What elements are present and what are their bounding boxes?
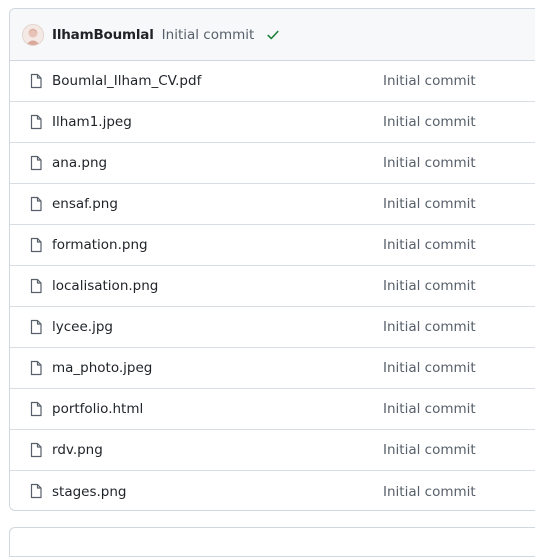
file-name-link[interactable]: lycee.jpg bbox=[52, 319, 113, 335]
file-row[interactable]: rdv.png Initial commit bbox=[10, 430, 535, 471]
file-browser: IlhamBoumlal Initial commit Boumlal_Ilha… bbox=[9, 8, 535, 511]
file-commit-message-link[interactable]: Initial commit bbox=[383, 484, 476, 500]
file-row[interactable]: localisation.png Initial commit bbox=[10, 266, 535, 307]
file-name-link[interactable]: localisation.png bbox=[52, 278, 158, 294]
file-name-link[interactable]: stages.png bbox=[52, 484, 127, 500]
file-row[interactable]: formation.png Initial commit bbox=[10, 225, 535, 266]
file-row[interactable]: Ilham1.jpeg Initial commit bbox=[10, 102, 535, 143]
file-commit-message-link[interactable]: Initial commit bbox=[383, 401, 476, 417]
file-name-link[interactable]: portfolio.html bbox=[52, 401, 143, 417]
file-row[interactable]: ensaf.png Initial commit bbox=[10, 184, 535, 225]
file-name-link[interactable]: ana.png bbox=[52, 155, 107, 171]
commit-message[interactable]: Initial commit bbox=[162, 27, 255, 43]
file-row[interactable]: stages.png Initial commit bbox=[10, 471, 535, 510]
file-row[interactable]: portfolio.html Initial commit bbox=[10, 389, 535, 430]
file-commit-message-link[interactable]: Initial commit bbox=[383, 278, 476, 294]
file-icon bbox=[28, 155, 44, 171]
file-row[interactable]: ana.png Initial commit bbox=[10, 143, 535, 184]
file-commit-message-link[interactable]: Initial commit bbox=[383, 442, 476, 458]
latest-commit-bar: IlhamBoumlal Initial commit bbox=[10, 9, 535, 61]
file-row[interactable]: Boumlal_Ilham_CV.pdf Initial commit bbox=[10, 61, 535, 102]
file-commit-message-link[interactable]: Initial commit bbox=[383, 360, 476, 376]
file-name-link[interactable]: ensaf.png bbox=[52, 196, 118, 212]
readme-box bbox=[9, 527, 535, 557]
file-name-link[interactable]: Ilham1.jpeg bbox=[52, 114, 132, 130]
file-list: Boumlal_Ilham_CV.pdf Initial commit Ilham1… bbox=[10, 61, 535, 510]
check-icon[interactable] bbox=[266, 28, 280, 42]
file-commit-message-link[interactable]: Initial commit bbox=[383, 73, 476, 89]
avatar-image bbox=[23, 24, 43, 45]
file-icon bbox=[28, 483, 44, 499]
avatar[interactable] bbox=[22, 23, 44, 46]
file-icon bbox=[28, 237, 44, 253]
file-icon bbox=[28, 319, 44, 335]
file-icon bbox=[28, 401, 44, 417]
file-commit-message-link[interactable]: Initial commit bbox=[383, 114, 476, 130]
file-row[interactable]: ma_photo.jpeg Initial commit bbox=[10, 348, 535, 389]
file-commit-message-link[interactable]: Initial commit bbox=[383, 237, 476, 253]
file-icon bbox=[28, 360, 44, 376]
commit-author[interactable]: IlhamBoumlal bbox=[52, 27, 154, 43]
file-name-link[interactable]: Boumlal_Ilham_CV.pdf bbox=[52, 73, 201, 89]
file-icon bbox=[28, 196, 44, 212]
file-icon bbox=[28, 278, 44, 294]
file-icon bbox=[28, 114, 44, 130]
file-row[interactable]: lycee.jpg Initial commit bbox=[10, 307, 535, 348]
file-icon bbox=[28, 73, 44, 89]
file-name-link[interactable]: formation.png bbox=[52, 237, 148, 253]
file-commit-message-link[interactable]: Initial commit bbox=[383, 319, 476, 335]
file-icon bbox=[28, 442, 44, 458]
file-commit-message-link[interactable]: Initial commit bbox=[383, 155, 476, 171]
file-commit-message-link[interactable]: Initial commit bbox=[383, 196, 476, 212]
file-name-link[interactable]: rdv.png bbox=[52, 442, 103, 458]
file-name-link[interactable]: ma_photo.jpeg bbox=[52, 360, 152, 376]
